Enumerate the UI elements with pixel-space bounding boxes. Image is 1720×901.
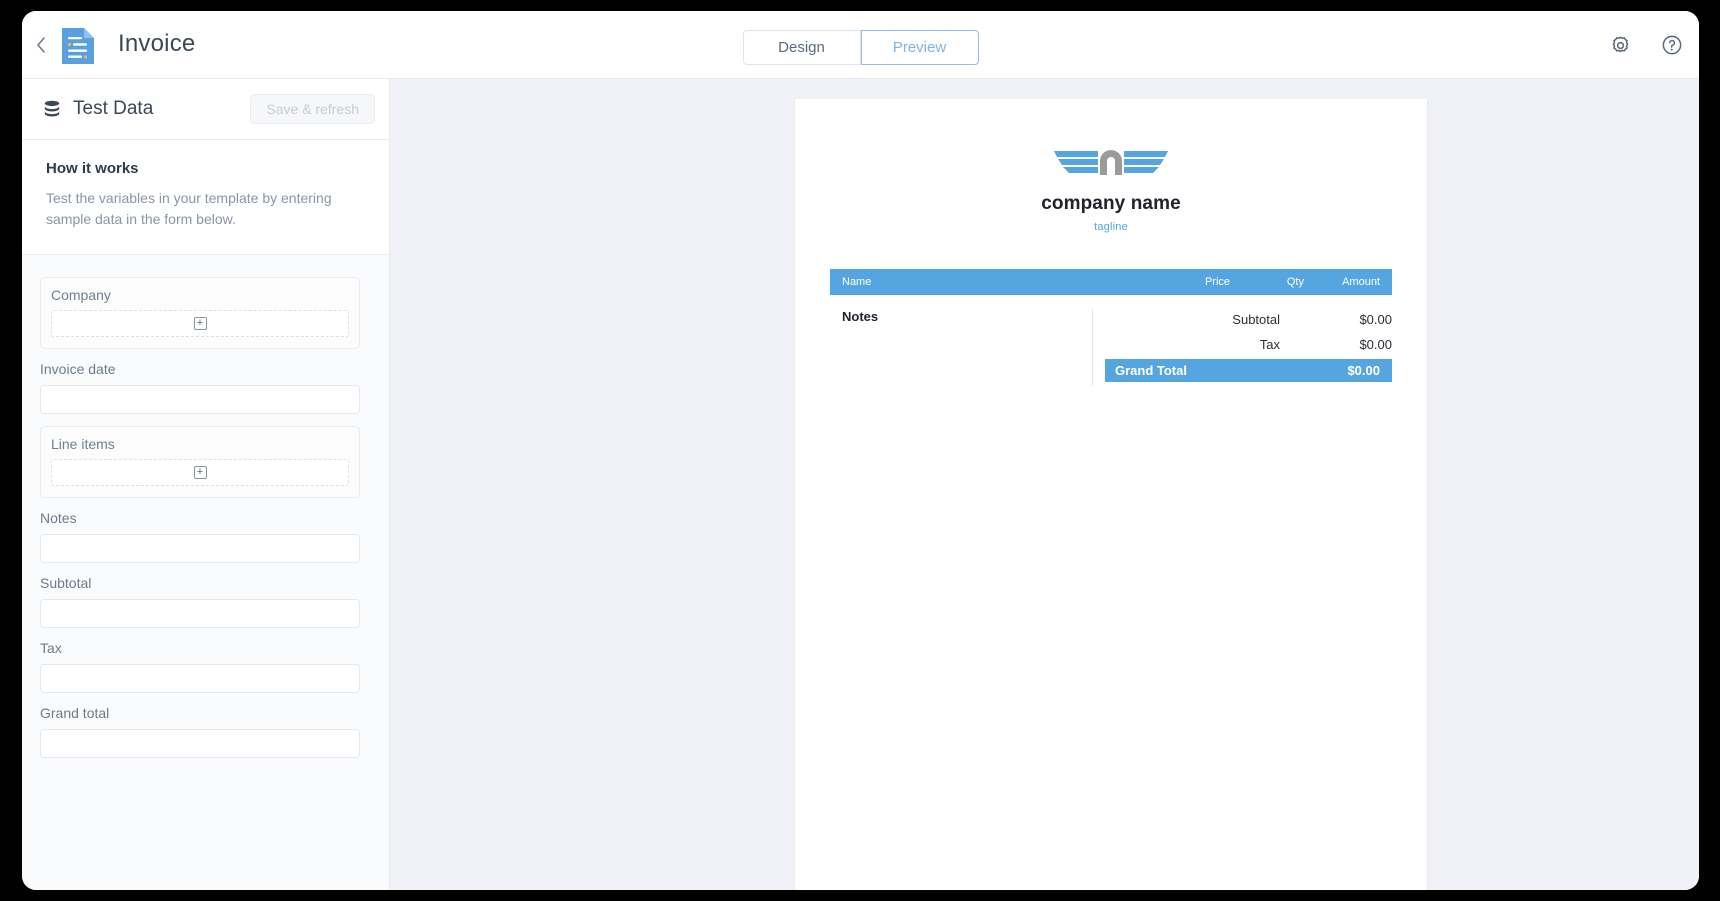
back-button[interactable]	[28, 31, 54, 59]
company-add-row[interactable]: +	[51, 310, 349, 337]
settings-button[interactable]	[1607, 32, 1633, 58]
field-invoice-date: Invoice date	[40, 361, 371, 414]
total-row-tax: Tax $0.00	[1105, 334, 1392, 355]
field-subtotal: Subtotal	[40, 575, 371, 628]
field-label-tax: Tax	[40, 640, 62, 656]
how-it-works-body: Test the variables in your template by e…	[46, 190, 332, 227]
field-notes: Notes	[40, 510, 371, 563]
invoice-table-header: Name Price Qty Amount	[830, 269, 1392, 295]
total-value-grand-total: $0.00	[1347, 363, 1380, 378]
tab-design[interactable]: Design	[742, 30, 861, 65]
app-window: Invoice Design Preview Test Data Save & …	[22, 11, 1699, 890]
sidebar-title: Test Data	[73, 98, 154, 119]
field-grand-total: Grand total	[40, 705, 371, 758]
how-it-works-title: How it works	[46, 160, 139, 177]
invoice-tagline: tagline	[1094, 221, 1128, 233]
total-label-grand-total: Grand Total	[1115, 363, 1187, 378]
page-title: Invoice	[118, 30, 196, 57]
invoice-paper: company name tagline Name Price Qty Amou…	[795, 99, 1427, 890]
invoice-table: Name Price Qty Amount Notes Subtotal $0.…	[830, 269, 1392, 386]
total-value-subtotal: $0.00	[1359, 312, 1392, 327]
field-tax: Tax	[40, 640, 371, 693]
total-row-subtotal: Subtotal $0.00	[1105, 309, 1392, 330]
tab-design-label: Design	[778, 39, 825, 56]
total-row-grand-total: Grand Total $0.00	[1105, 359, 1392, 382]
column-header-qty: Qty	[1286, 276, 1304, 288]
save-and-refresh-button[interactable]: Save & refresh	[250, 94, 375, 124]
plus-icon[interactable]: +	[193, 317, 207, 330]
line-items-add-row[interactable]: +	[51, 459, 349, 486]
field-label-line-items: Line items	[51, 436, 115, 452]
field-label-subtotal: Subtotal	[40, 575, 92, 591]
field-label-company: Company	[51, 287, 111, 303]
screen-frame: Invoice Design Preview Test Data Save & …	[0, 0, 1720, 901]
column-header-name: Name	[842, 276, 872, 288]
input-grand-total[interactable]	[40, 729, 360, 758]
input-subtotal[interactable]	[40, 599, 360, 628]
view-tabs: Design Preview	[742, 30, 979, 65]
tab-preview-label: Preview	[892, 39, 947, 56]
chevron-left-icon	[37, 37, 45, 53]
tab-preview[interactable]: Preview	[860, 30, 979, 65]
input-notes[interactable]	[40, 534, 360, 563]
top-bar: Invoice Design Preview	[22, 11, 1699, 79]
winged-n-logo-icon	[1054, 150, 1168, 175]
invoice-totals: Subtotal $0.00 Tax $0.00 Grand Total $0.…	[1092, 309, 1392, 386]
invoice-company-name: company name	[1041, 193, 1181, 214]
help-circle-icon	[1662, 35, 1682, 55]
field-label-notes: Notes	[40, 510, 77, 526]
total-label-subtotal: Subtotal	[1232, 312, 1280, 327]
sidebar-header: Test Data Save & refresh	[22, 79, 389, 140]
column-header-amount: Amount	[1342, 276, 1380, 288]
total-value-tax: $0.00	[1359, 337, 1392, 352]
input-invoice-date[interactable]	[40, 385, 360, 414]
plus-icon[interactable]: +	[193, 466, 207, 479]
field-label-invoice-date: Invoice date	[40, 361, 116, 377]
topbar-actions	[1607, 11, 1685, 79]
help-button[interactable]	[1659, 32, 1685, 58]
test-data-form: Company + Invoice date Line items + Note…	[22, 255, 389, 790]
invoice-notes: Notes	[842, 309, 879, 324]
how-it-works-panel: How it works Test the variables in your …	[22, 140, 389, 255]
field-group-line-items: Line items +	[40, 426, 360, 498]
test-data-sidebar: Test Data Save & refresh How it works Te…	[22, 79, 390, 890]
invoice-logo-block: company name tagline	[795, 99, 1427, 233]
field-group-company: Company +	[40, 277, 360, 349]
document-icon	[60, 26, 96, 66]
input-tax[interactable]	[40, 664, 360, 693]
column-header-price: Price	[1204, 276, 1230, 288]
database-icon	[42, 99, 62, 119]
invoice-table-body: Notes Subtotal $0.00 Tax $0.00 Grand Tot…	[830, 309, 1392, 386]
total-label-tax: Tax	[1259, 337, 1280, 352]
field-label-grand-total: Grand total	[40, 705, 110, 721]
gear-icon	[1612, 36, 1628, 52]
preview-canvas: company name tagline Name Price Qty Amou…	[390, 79, 1699, 890]
